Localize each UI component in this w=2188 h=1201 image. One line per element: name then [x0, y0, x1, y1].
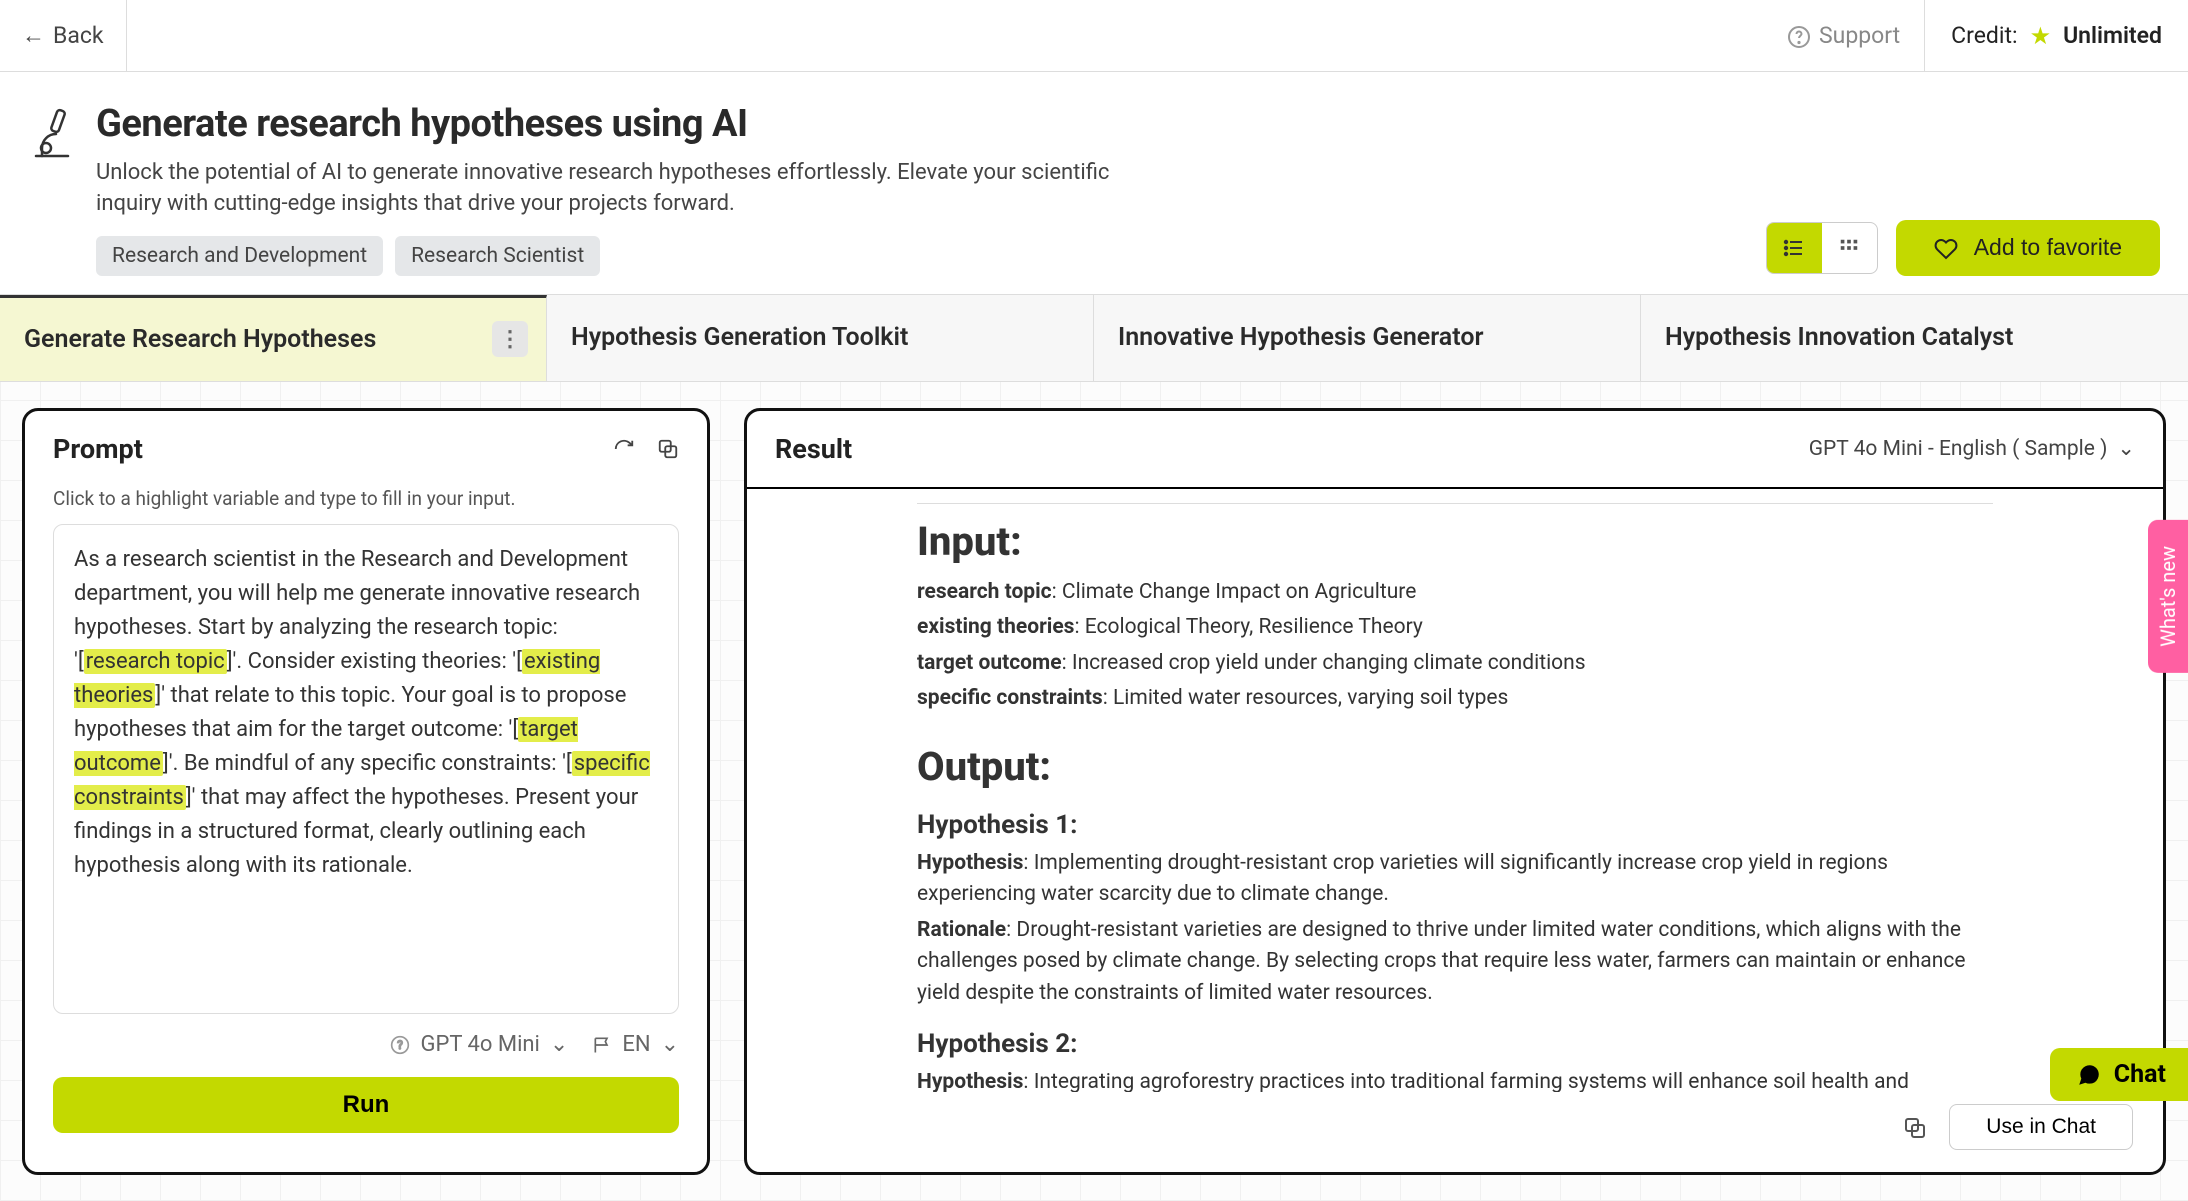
page-subtitle: Unlock the potential of AI to generate i…: [96, 158, 1156, 220]
help-circle-icon: ?: [390, 1032, 410, 1057]
favorite-label: Add to favorite: [1974, 234, 2122, 261]
svg-text:?: ?: [398, 1038, 404, 1052]
tab-menu-button[interactable]: ⋮: [492, 321, 528, 357]
prompt-editor[interactable]: As a research scientist in the Research …: [53, 524, 679, 1014]
help-circle-icon: [1787, 22, 1811, 49]
microscope-icon: [28, 102, 76, 162]
back-label: Back: [53, 22, 104, 49]
workspace: Prompt Click to a highlight variable and…: [0, 382, 2188, 1201]
heart-icon: [1934, 234, 1958, 261]
tab-innovative-hypothesis-generator[interactable]: Innovative Hypothesis Generator: [1094, 295, 1641, 381]
result-body[interactable]: Input: research topic: Climate Change Im…: [747, 489, 2163, 1092]
chevron-down-icon: ⌄: [2117, 436, 2135, 461]
prompt-title: Prompt: [53, 433, 143, 465]
result-meta-label: GPT 4o Mini - English ( Sample ): [1809, 437, 2108, 461]
tab-generate-research-hypotheses[interactable]: Generate Research Hypotheses ⋮: [0, 295, 547, 381]
add-to-favorite-button[interactable]: Add to favorite: [1896, 220, 2160, 276]
input-heading: Input:: [917, 518, 1993, 565]
page-title: Generate research hypotheses using AI: [96, 102, 1156, 146]
arrow-left-icon: ←: [22, 22, 45, 49]
list-view-button[interactable]: [1767, 223, 1822, 273]
hypothesis-title: Hypothesis 1:: [917, 810, 1993, 840]
star-icon: ★: [2030, 22, 2052, 50]
result-title: Result: [775, 433, 852, 465]
chat-button[interactable]: Chat: [2050, 1048, 2188, 1101]
tab-hypothesis-innovation-catalyst[interactable]: Hypothesis Innovation Catalyst: [1641, 295, 2188, 381]
tag-item[interactable]: Research and Development: [96, 236, 383, 276]
credit-label: Credit:: [1951, 22, 2017, 49]
chat-icon: [2076, 1060, 2102, 1089]
flag-icon: [592, 1032, 612, 1057]
copy-icon[interactable]: [657, 436, 679, 461]
use-in-chat-button[interactable]: Use in Chat: [1949, 1104, 2133, 1150]
back-button[interactable]: ← Back: [0, 0, 127, 71]
tag-item[interactable]: Research Scientist: [395, 236, 600, 276]
variable-research-topic[interactable]: research topic: [84, 649, 227, 674]
tab-hypothesis-generation-toolkit[interactable]: Hypothesis Generation Toolkit: [547, 295, 1094, 381]
chat-label: Chat: [2114, 1060, 2166, 1089]
model-selector[interactable]: ? GPT 4o Mini ⌄: [390, 1032, 568, 1057]
tool-tabs: Generate Research Hypotheses ⋮ Hypothesi…: [0, 294, 2188, 382]
chevron-down-icon: ⌄: [661, 1032, 679, 1057]
run-button[interactable]: Run: [53, 1077, 679, 1133]
support-link[interactable]: Support: [1763, 0, 1925, 71]
output-heading: Output:: [917, 743, 1993, 790]
tab-label: Hypothesis Generation Toolkit: [571, 323, 908, 352]
language-selector[interactable]: EN ⌄: [592, 1032, 679, 1057]
hypothesis-title: Hypothesis 2:: [917, 1029, 1993, 1059]
refresh-icon[interactable]: [613, 436, 635, 461]
prompt-hint: Click to a highlight variable and type t…: [25, 487, 707, 524]
model-label: GPT 4o Mini: [420, 1032, 539, 1057]
language-label: EN: [622, 1032, 650, 1057]
chevron-down-icon: ⌄: [550, 1032, 568, 1057]
tag-row: Research and Development Research Scient…: [96, 236, 1156, 276]
page-header: Generate research hypotheses using AI Un…: [0, 72, 2188, 294]
result-panel: Result GPT 4o Mini - English ( Sample ) …: [744, 408, 2166, 1175]
tab-label: Generate Research Hypotheses: [24, 325, 376, 354]
whats-new-tab[interactable]: What's new: [2148, 520, 2188, 673]
credit-value: Unlimited: [2063, 22, 2162, 49]
credit-display: Credit: ★ Unlimited: [1925, 0, 2188, 71]
view-toggle: [1766, 222, 1878, 274]
tab-label: Innovative Hypothesis Generator: [1118, 323, 1483, 352]
copy-result-icon[interactable]: [1903, 1113, 1927, 1141]
top-bar: ← Back Support Credit: ★ Unlimited: [0, 0, 2188, 72]
grid-view-button[interactable]: [1822, 223, 1877, 273]
result-meta-selector[interactable]: GPT 4o Mini - English ( Sample ) ⌄: [1809, 436, 2135, 461]
tab-label: Hypothesis Innovation Catalyst: [1665, 323, 2013, 352]
prompt-panel: Prompt Click to a highlight variable and…: [22, 408, 710, 1175]
support-label: Support: [1819, 22, 1900, 49]
